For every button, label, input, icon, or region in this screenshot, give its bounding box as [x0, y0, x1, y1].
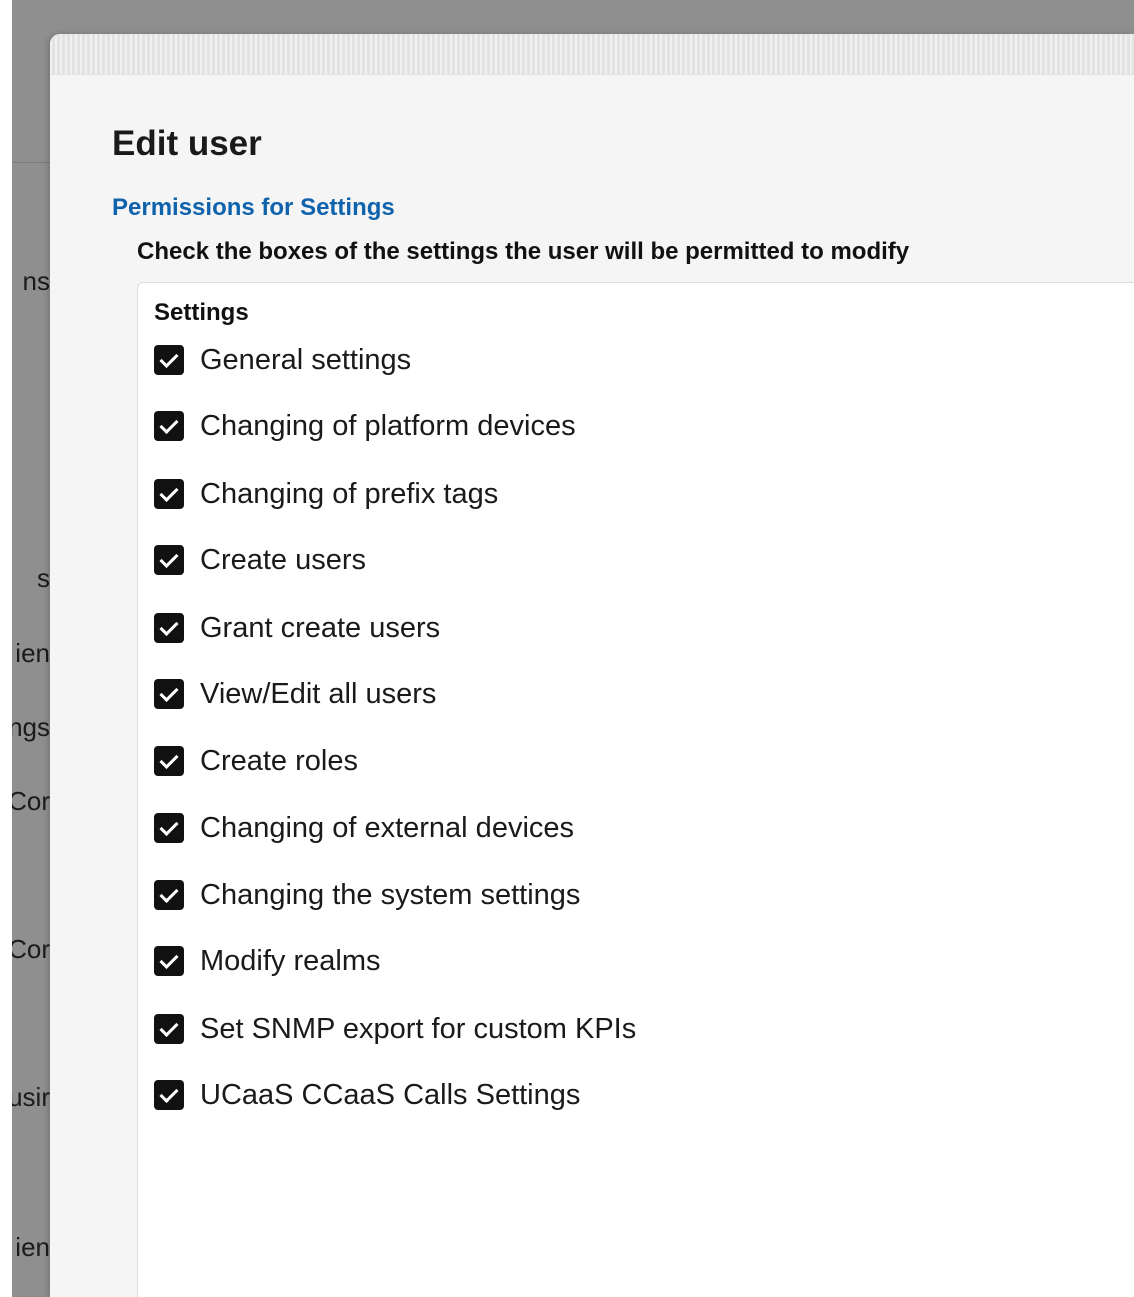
permission-label: Changing of prefix tags	[200, 477, 499, 510]
permission-view-edit-all-users[interactable]: View/Edit all users	[154, 677, 436, 711]
checkbox-checked-icon[interactable]	[154, 545, 184, 575]
checkbox-checked-icon[interactable]	[154, 345, 184, 375]
checkbox-checked-icon[interactable]	[154, 479, 184, 509]
permission-label: Changing the system settings	[200, 878, 581, 911]
settings-panel: Settings General settings Changing of pl…	[137, 282, 1134, 1297]
permission-changing-external-devices[interactable]: Changing of external devices	[154, 811, 574, 845]
background-nav-item[interactable]: Cor	[12, 786, 50, 817]
permission-changing-system-settings[interactable]: Changing the system settings	[154, 878, 580, 912]
background-nav-item[interactable]: Cor	[12, 934, 50, 965]
permission-ucaas-ccaas-calls-settings[interactable]: UCaaS CCaaS Calls Settings	[154, 1078, 580, 1112]
permissions-for-settings-link[interactable]: Permissions for Settings	[112, 194, 395, 222]
checkbox-checked-icon[interactable]	[154, 1080, 184, 1110]
checkbox-checked-icon[interactable]	[154, 411, 184, 441]
permission-set-snmp-export[interactable]: Set SNMP export for custom KPIs	[154, 1012, 636, 1046]
permission-label: Modify realms	[200, 944, 381, 977]
permission-label: Set SNMP export for custom KPIs	[200, 1012, 637, 1045]
background-divider	[12, 162, 52, 163]
permission-label: General settings	[200, 343, 412, 376]
permission-label: View/Edit all users	[200, 677, 437, 710]
settings-heading: Settings	[154, 299, 249, 326]
modal-title: Edit user	[112, 124, 262, 163]
modal-header-band	[50, 34, 1134, 75]
permission-label: Changing of platform devices	[200, 409, 576, 442]
permission-grant-create-users[interactable]: Grant create users	[154, 611, 440, 645]
permission-general-settings[interactable]: General settings	[154, 343, 411, 377]
permission-label: Create users	[200, 543, 367, 576]
instructions-text: Check the boxes of the settings the user…	[137, 238, 910, 265]
permission-label: Changing of external devices	[200, 811, 575, 844]
background-nav-item[interactable]: usir	[12, 1082, 50, 1113]
background-nav-item[interactable]: ns	[12, 266, 50, 297]
permission-create-users[interactable]: Create users	[154, 543, 366, 577]
background-nav-item[interactable]: s	[12, 563, 50, 594]
checkbox-checked-icon[interactable]	[154, 613, 184, 643]
permission-changing-prefix-tags[interactable]: Changing of prefix tags	[154, 477, 498, 511]
background-nav-item[interactable]: ien	[12, 638, 50, 669]
checkbox-checked-icon[interactable]	[154, 813, 184, 843]
checkbox-checked-icon[interactable]	[154, 880, 184, 910]
permission-create-roles[interactable]: Create roles	[154, 744, 358, 778]
edit-user-modal: Edit user Permissions for Settings Check…	[50, 34, 1134, 1297]
permission-label: UCaaS CCaaS Calls Settings	[200, 1078, 581, 1111]
permission-label: Grant create users	[200, 611, 441, 644]
checkbox-checked-icon[interactable]	[154, 746, 184, 776]
permission-changing-platform-devices[interactable]: Changing of platform devices	[154, 409, 576, 443]
background-nav-item[interactable]: ngs	[12, 712, 50, 743]
background-nav-item[interactable]: ien	[12, 1232, 50, 1263]
checkbox-checked-icon[interactable]	[154, 946, 184, 976]
permission-modify-realms[interactable]: Modify realms	[154, 944, 381, 978]
page-edge	[0, 0, 12, 1297]
checkbox-checked-icon[interactable]	[154, 1014, 184, 1044]
checkbox-checked-icon[interactable]	[154, 679, 184, 709]
permission-label: Create roles	[200, 744, 358, 777]
